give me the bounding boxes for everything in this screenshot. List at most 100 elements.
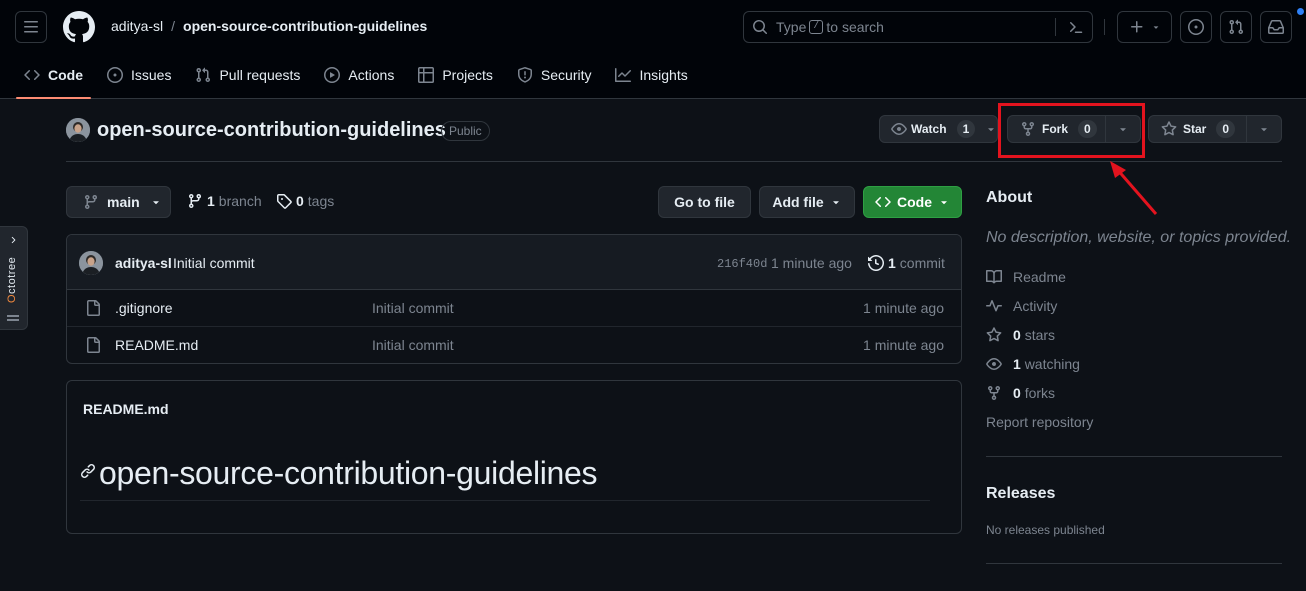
- annotation-highlight-box: [998, 103, 1145, 158]
- forks-count: 0: [1013, 385, 1021, 401]
- breadcrumb: aditya-sl / open-source-contribution-gui…: [111, 18, 427, 34]
- tab-insights[interactable]: Insights: [607, 58, 695, 92]
- git-branch-icon: [187, 193, 203, 209]
- breadcrumb-repo[interactable]: open-source-contribution-guidelines: [183, 18, 427, 34]
- code-button[interactable]: Code: [863, 186, 962, 218]
- stars-link[interactable]: 0 stars: [986, 327, 1055, 343]
- search-icon: [752, 19, 768, 35]
- watch-count: 1: [956, 120, 975, 138]
- star-icon: [1161, 121, 1177, 137]
- commits-link[interactable]: 1 commit: [868, 255, 945, 271]
- play-icon: [324, 67, 341, 83]
- add-file-button[interactable]: Add file: [759, 186, 855, 218]
- header-divider: [1104, 19, 1105, 35]
- readme-heading-block: open-source-contribution-guidelines: [80, 453, 930, 501]
- search-placeholder-prefix: Type: [776, 19, 807, 35]
- table-row[interactable]: .gitignore Initial commit 1 minute ago: [67, 290, 961, 327]
- branches-link[interactable]: 1 branch: [187, 193, 262, 209]
- readme-filename[interactable]: README.md: [83, 401, 169, 417]
- stars-label: stars: [1024, 327, 1056, 343]
- tab-projects[interactable]: Projects: [410, 58, 501, 92]
- eye-icon: [986, 356, 1002, 372]
- command-palette-icon[interactable]: [1068, 19, 1084, 35]
- tab-code[interactable]: Code: [16, 58, 91, 99]
- commit-hash[interactable]: 216f40d: [717, 257, 767, 271]
- repo-nav: Code Issues Pull requests Actions Projec…: [16, 58, 704, 99]
- your-pull-requests-button[interactable]: [1220, 11, 1252, 43]
- star-dropdown-button[interactable]: [1247, 123, 1281, 135]
- commit-author[interactable]: aditya-sl: [115, 255, 172, 271]
- tab-pull-requests[interactable]: Pull requests: [187, 58, 308, 92]
- search-divider: [1055, 18, 1056, 36]
- history-icon: [868, 255, 884, 271]
- tab-issues[interactable]: Issues: [99, 58, 179, 92]
- activity-link[interactable]: Activity: [986, 298, 1057, 314]
- grip-icon: [7, 315, 19, 323]
- stars-text: 0 stars: [1013, 327, 1055, 343]
- issue-opened-icon: [1188, 19, 1204, 35]
- github-logo-icon[interactable]: [62, 11, 95, 43]
- readme-panel: README.md open-source-contribution-guide…: [66, 380, 962, 534]
- star-icon: [986, 327, 1002, 343]
- branch-name: main: [107, 194, 140, 210]
- tags-link[interactable]: 0 tags: [276, 193, 334, 209]
- visibility-badge: Public: [441, 121, 490, 141]
- readme-link[interactable]: Readme: [986, 269, 1066, 285]
- notification-indicator: [1296, 7, 1305, 16]
- watch-button[interactable]: Watch 1: [879, 115, 998, 143]
- breadcrumb-owner[interactable]: aditya-sl: [111, 18, 163, 34]
- star-label: Star: [1183, 122, 1207, 136]
- file-commit-message[interactable]: Initial commit: [372, 300, 454, 316]
- tags-label: tags: [307, 193, 335, 209]
- tab-issues-label: Issues: [131, 67, 172, 83]
- branches-count: 1: [207, 193, 215, 209]
- table-row[interactable]: README.md Initial commit 1 minute ago: [67, 327, 961, 363]
- go-to-file-button[interactable]: Go to file: [658, 186, 751, 218]
- caret-down-icon: [150, 196, 162, 208]
- tab-actions[interactable]: Actions: [316, 58, 402, 92]
- search-input[interactable]: Type / to search: [743, 11, 1093, 43]
- octotree-label-o: O: [6, 294, 18, 304]
- avatar[interactable]: [79, 251, 103, 275]
- search-placeholder: Type / to search: [776, 19, 884, 35]
- notifications-button[interactable]: [1260, 11, 1292, 43]
- caret-down-icon: [1151, 22, 1161, 32]
- menu-button[interactable]: [15, 11, 47, 43]
- branches-label: branch: [218, 193, 262, 209]
- tab-insights-label: Insights: [639, 67, 688, 83]
- watchers-link[interactable]: 1 watching: [986, 356, 1080, 372]
- octotree-label-rest: ctotree: [6, 256, 18, 295]
- repo-name[interactable]: open-source-contribution-guidelines: [97, 119, 446, 142]
- octotree-toggle[interactable]: Octotree: [0, 226, 28, 330]
- branch-selector[interactable]: main: [66, 186, 171, 218]
- create-new-button[interactable]: [1117, 11, 1172, 43]
- file-name[interactable]: .gitignore: [115, 300, 173, 316]
- caret-down-icon: [830, 196, 842, 208]
- releases-title[interactable]: Releases: [986, 485, 1055, 503]
- file-name[interactable]: README.md: [115, 337, 198, 353]
- watch-label: Watch: [911, 122, 947, 136]
- commit-message[interactable]: Initial commit: [173, 255, 255, 271]
- sidebar-divider: [986, 456, 1282, 457]
- hamburger-icon: [23, 19, 39, 35]
- star-button[interactable]: Star 0: [1149, 116, 1246, 142]
- global-header: aditya-sl / open-source-contribution-gui…: [0, 0, 1306, 99]
- report-repository-link[interactable]: Report repository: [986, 414, 1093, 430]
- forks-link[interactable]: 0 forks: [986, 385, 1055, 401]
- forks-label: forks: [1024, 385, 1056, 401]
- link-icon[interactable]: [80, 463, 96, 479]
- sidebar-divider: [986, 563, 1282, 564]
- watching-label: watching: [1024, 356, 1080, 372]
- about-description: No description, website, or topics provi…: [986, 229, 1292, 246]
- file-commit-message[interactable]: Initial commit: [372, 337, 454, 353]
- shield-icon: [517, 67, 533, 83]
- caret-down-icon: [985, 123, 997, 135]
- avatar[interactable]: [66, 118, 90, 142]
- tab-projects-label: Projects: [442, 67, 493, 83]
- file-commit-time: 1 minute ago: [863, 300, 944, 316]
- pull-request-icon: [1228, 19, 1244, 35]
- readme-heading: open-source-contribution-guidelines: [99, 455, 598, 491]
- search-placeholder-suffix: to search: [826, 19, 884, 35]
- tab-security[interactable]: Security: [509, 58, 600, 92]
- your-issues-button[interactable]: [1180, 11, 1212, 43]
